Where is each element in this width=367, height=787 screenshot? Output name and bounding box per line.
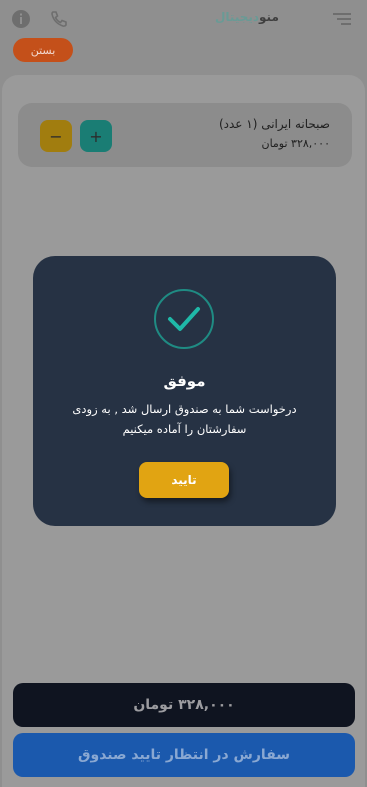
dialog-title: موفق (163, 372, 206, 390)
confirm-button[interactable]: تایید (139, 462, 229, 498)
modal-overlay: موفق درخواست شما به صندوق ارسال شد , به … (0, 0, 367, 787)
check-icon (154, 289, 214, 349)
dialog-message: درخواست شما به صندوق ارسال شد , به زودی … (72, 402, 297, 436)
success-dialog: موفق درخواست شما به صندوق ارسال شد , به … (33, 256, 336, 526)
